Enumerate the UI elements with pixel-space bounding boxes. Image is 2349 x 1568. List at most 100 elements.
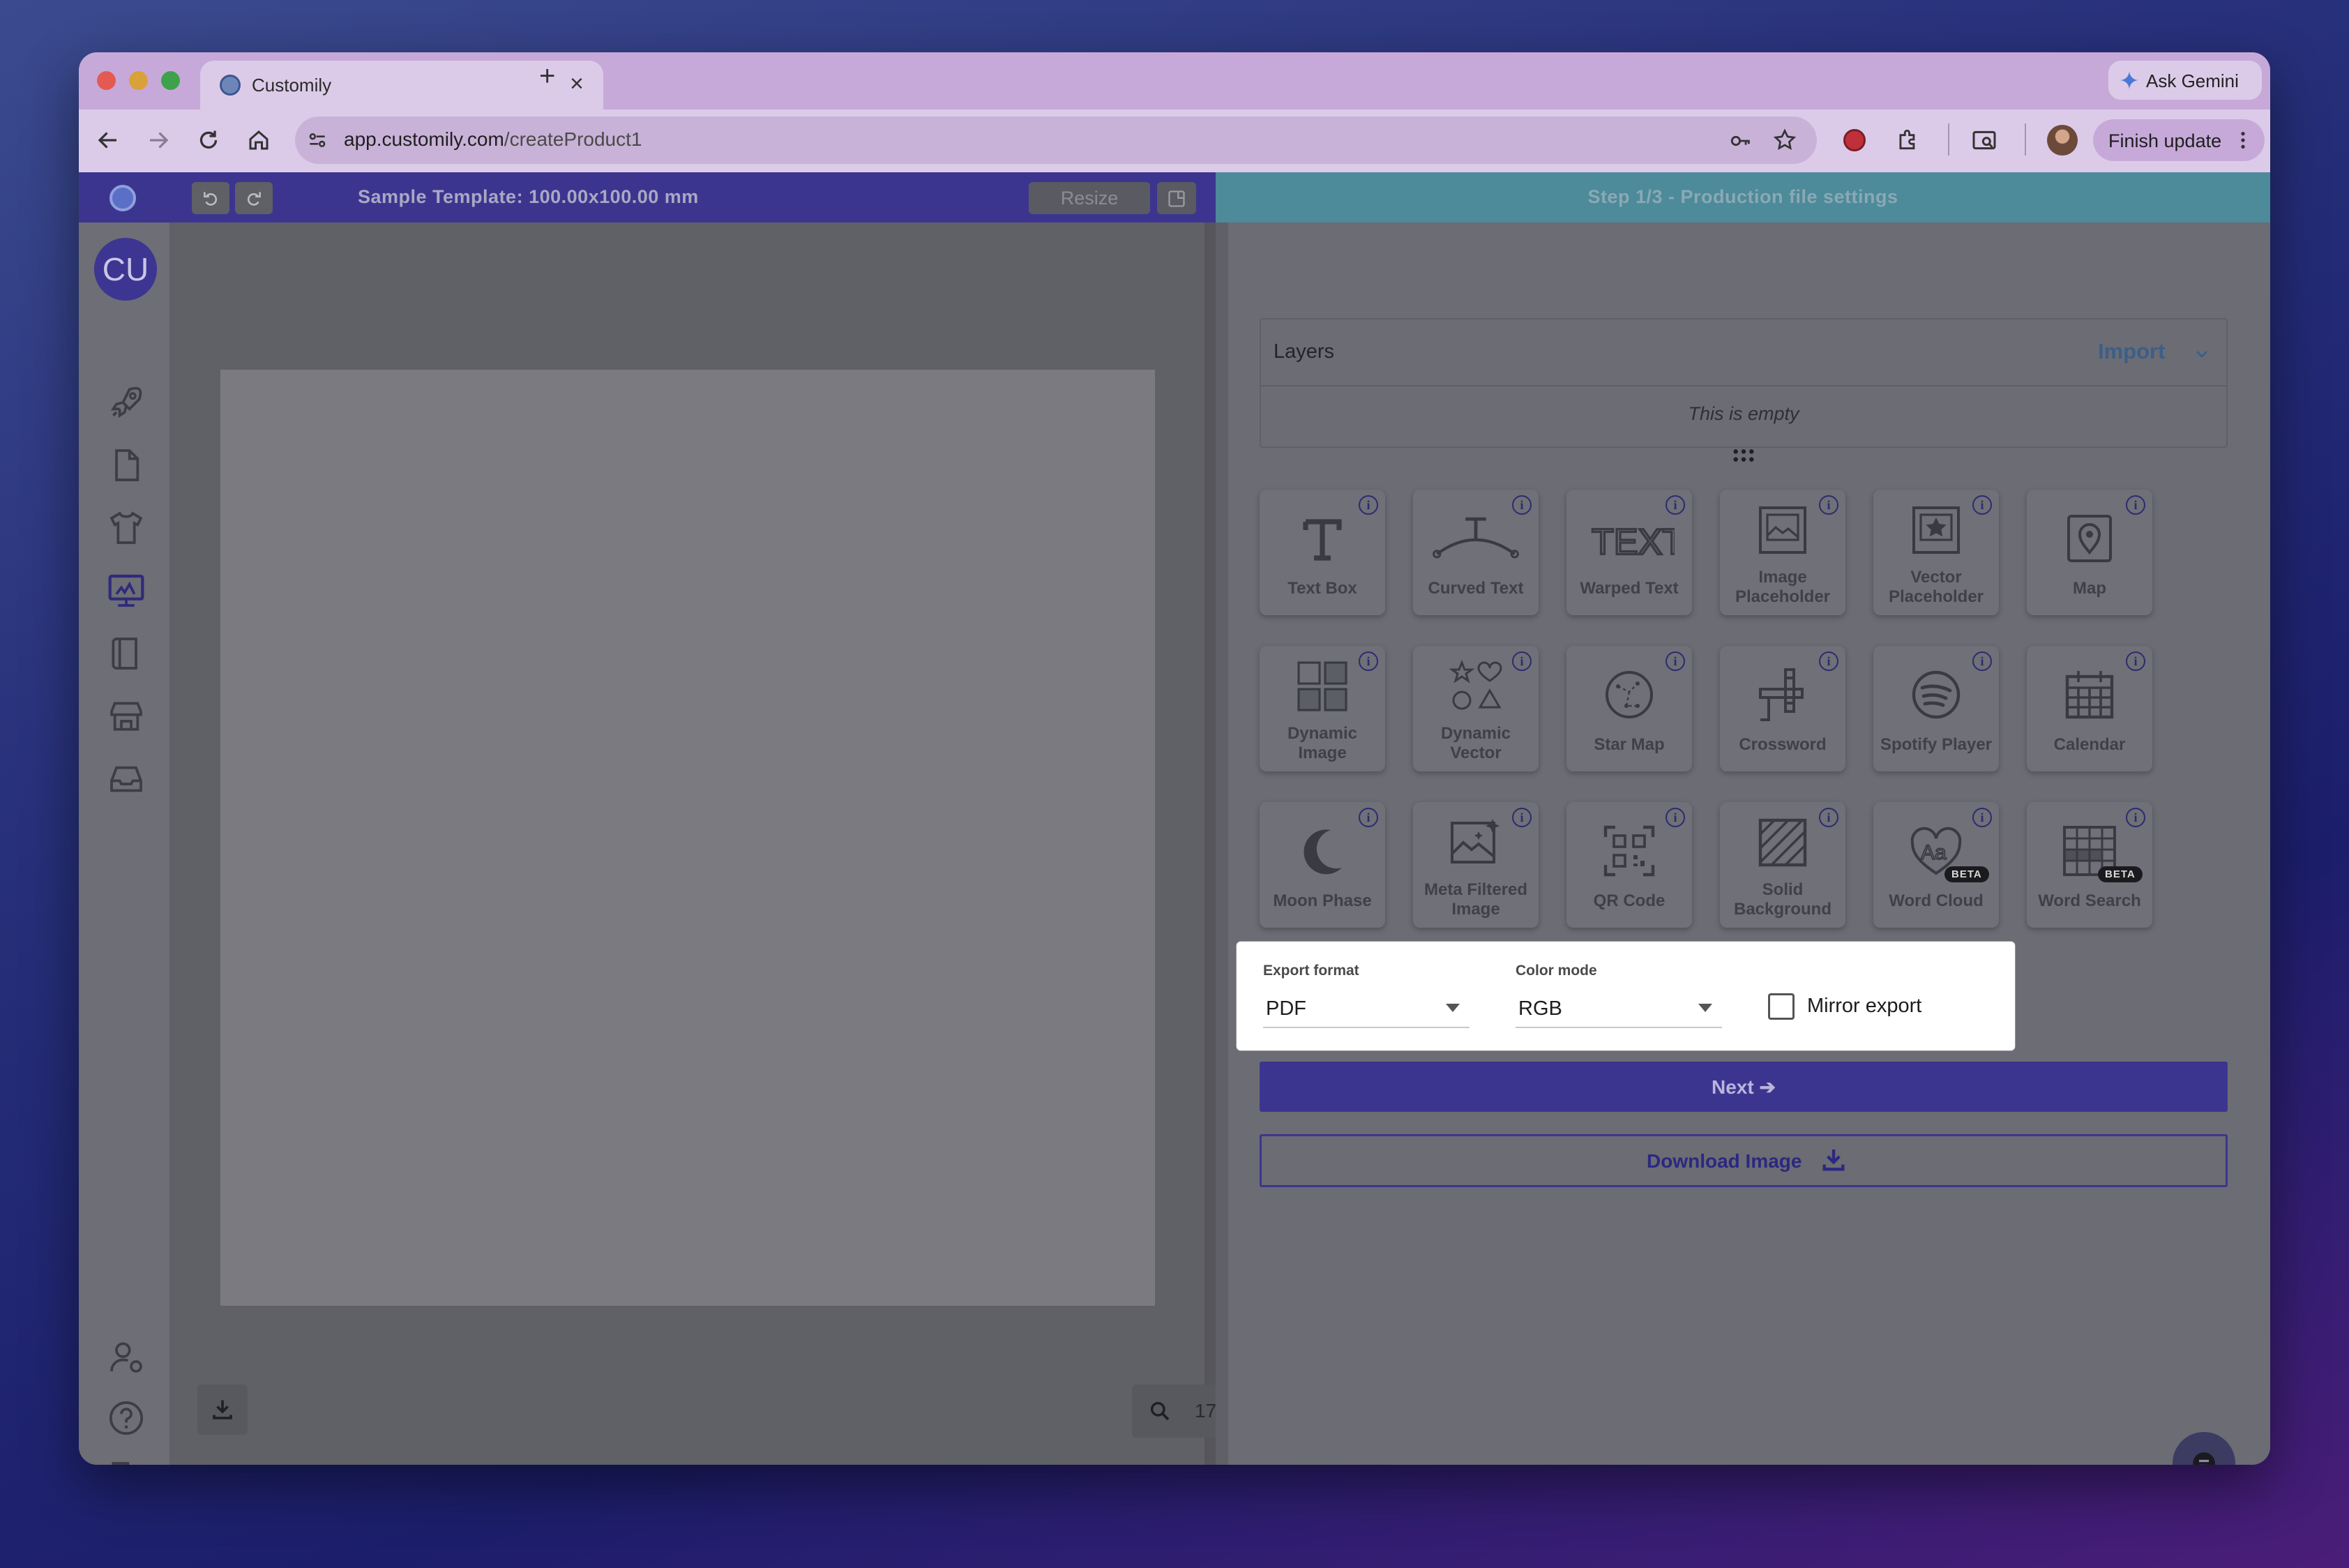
warped-text-icon: TEXT: [1590, 521, 1675, 564]
canvas-area: 177%: [169, 223, 1270, 1465]
export-format-select[interactable]: PDF: [1263, 990, 1470, 1028]
next-button[interactable]: Next ➔: [1260, 1062, 2228, 1112]
home-icon[interactable]: [246, 128, 271, 153]
book-icon[interactable]: [107, 634, 146, 673]
file-icon[interactable]: [107, 446, 146, 485]
forward-arrow-icon[interactable]: [146, 128, 171, 153]
element-label: Map: [2073, 579, 2106, 598]
element-solid-background[interactable]: i Solid Background: [1720, 802, 1845, 928]
info-icon[interactable]: i: [1359, 495, 1378, 515]
redo-button[interactable]: [235, 182, 273, 214]
info-icon[interactable]: i: [2126, 808, 2145, 827]
element-calendar[interactable]: i Calendar: [2027, 646, 2152, 771]
info-icon[interactable]: i: [1666, 808, 1685, 827]
site-settings-icon[interactable]: [306, 129, 328, 151]
monitor-icon[interactable]: [107, 571, 146, 610]
element-dynamic-image[interactable]: i Dynamic Image: [1260, 646, 1385, 771]
element-vector-placeholder[interactable]: i Vector Placeholder: [1873, 490, 1999, 615]
info-icon[interactable]: i: [1819, 808, 1838, 827]
element-spotify-player[interactable]: i Spotify Player: [1873, 646, 1999, 771]
ask-gemini-label: Ask Gemini: [2146, 70, 2239, 91]
info-icon[interactable]: i: [1359, 651, 1378, 671]
help-icon[interactable]: [107, 1399, 146, 1438]
close-tab-icon[interactable]: ×: [570, 70, 584, 98]
info-icon[interactable]: i: [2126, 495, 2145, 515]
gemini-sparkle-icon: [2120, 70, 2139, 90]
info-icon[interactable]: i: [1512, 808, 1532, 827]
element-curved-text[interactable]: i Curved Text: [1413, 490, 1539, 615]
info-icon[interactable]: i: [1512, 651, 1532, 671]
info-icon[interactable]: i: [1972, 651, 1992, 671]
info-icon[interactable]: i: [2126, 651, 2145, 671]
element-star-map[interactable]: i Star Map: [1566, 646, 1692, 771]
element-word-cloud[interactable]: i Aa BETA Word Cloud: [1873, 802, 1999, 928]
tab-title: Customily: [252, 75, 332, 96]
element-warped-text[interactable]: i TEXT Warped Text: [1566, 490, 1692, 615]
bookmark-star-icon[interactable]: [1772, 128, 1797, 153]
maximize-window-button[interactable]: [161, 71, 180, 90]
tab-search-icon[interactable]: [1970, 126, 1998, 154]
element-label: Dynamic Vector: [1440, 724, 1511, 762]
chevron-down-icon: [2196, 351, 2207, 358]
download-image-label: Download Image: [1647, 1150, 1802, 1172]
rocket-icon[interactable]: [107, 383, 146, 422]
vector-placeholder-icon: [1912, 506, 1960, 554]
element-meta-filtered-image[interactable]: i Meta Filtered Image: [1413, 802, 1539, 928]
download-image-button[interactable]: Download Image: [1260, 1134, 2228, 1187]
drag-handle-icon[interactable]: [1732, 447, 1755, 464]
address-bar[interactable]: app.customily.com/createProduct1: [295, 116, 1817, 164]
panel-divider: [1216, 223, 1228, 1465]
chat-launcher-button[interactable]: [2173, 1432, 2235, 1465]
extensions-puzzle-icon[interactable]: [1895, 126, 1921, 153]
store-icon[interactable]: [107, 697, 146, 736]
close-window-button[interactable]: [97, 71, 116, 90]
element-dynamic-vector[interactable]: i Dynamic Vector: [1413, 646, 1539, 771]
element-map[interactable]: i Map: [2027, 490, 2152, 615]
inbox-icon[interactable]: [107, 760, 146, 799]
crossword-icon: [1759, 668, 1804, 721]
extension-red-icon[interactable]: [1843, 129, 1866, 151]
element-word-search[interactable]: i BETA Word Search: [2027, 802, 2152, 928]
layers-title: Layers: [1274, 340, 1335, 363]
minimize-window-button[interactable]: [129, 71, 148, 90]
finish-update-button[interactable]: Finish update: [2093, 119, 2265, 161]
ask-gemini-button[interactable]: Ask Gemini: [2108, 61, 2262, 100]
info-icon[interactable]: i: [1359, 808, 1378, 827]
undo-button[interactable]: [192, 182, 229, 214]
element-crossword[interactable]: i Crossword: [1720, 646, 1845, 771]
back-arrow-icon[interactable]: [96, 128, 121, 153]
canvas-scrollbar[interactable]: [1204, 223, 1216, 1465]
element-label: Word Cloud: [1889, 891, 1984, 910]
info-icon[interactable]: i: [1972, 495, 1992, 515]
more-menu-icon[interactable]: [2238, 129, 2248, 151]
toggle-panel-button[interactable]: [1157, 182, 1196, 214]
logout-icon[interactable]: [107, 1458, 146, 1465]
info-icon[interactable]: i: [1819, 651, 1838, 671]
info-icon[interactable]: i: [1972, 808, 1992, 827]
color-mode-label: Color mode: [1516, 963, 1597, 979]
element-moon-phase[interactable]: i Moon Phase: [1260, 802, 1385, 928]
resize-button[interactable]: Resize: [1029, 182, 1150, 214]
mirror-export-checkbox[interactable]: [1768, 993, 1795, 1020]
tshirt-icon[interactable]: [107, 508, 146, 548]
reload-icon[interactable]: [196, 128, 221, 153]
element-label: QR Code: [1593, 891, 1666, 910]
browser-toolbar: app.customily.com/createProduct1 Finish …: [79, 110, 2270, 172]
arrow-right-icon: ➔: [1759, 1076, 1776, 1098]
profile-avatar[interactable]: [2047, 125, 2078, 156]
info-icon[interactable]: i: [1666, 651, 1685, 671]
design-canvas[interactable]: [220, 370, 1155, 1306]
element-label: Calendar: [2053, 735, 2126, 754]
meta-filtered-image-icon: [1451, 819, 1500, 864]
element-text-box[interactable]: i Text Box: [1260, 490, 1385, 615]
color-mode-select[interactable]: RGB: [1516, 990, 1722, 1028]
user-avatar[interactable]: CU: [94, 238, 157, 301]
element-qr-code[interactable]: i QR Code: [1566, 802, 1692, 928]
import-dropdown[interactable]: Import: [2098, 339, 2216, 367]
info-icon[interactable]: i: [1819, 495, 1838, 515]
element-image-placeholder[interactable]: i Image Placeholder: [1720, 490, 1845, 615]
new-tab-button[interactable]: +: [539, 61, 555, 92]
user-settings-icon[interactable]: [107, 1337, 146, 1376]
password-key-icon[interactable]: [1729, 129, 1753, 153]
canvas-download-button[interactable]: [197, 1385, 248, 1435]
